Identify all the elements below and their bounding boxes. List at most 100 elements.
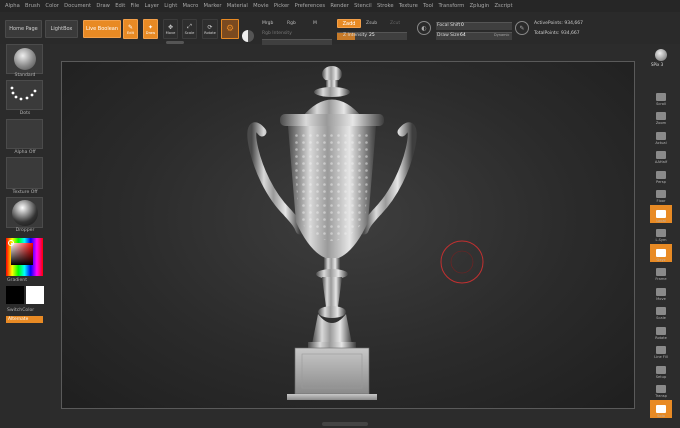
menu-item-stroke[interactable]: Stroke [377, 3, 394, 9]
bpr-button[interactable] [650, 44, 672, 62]
home-page-button[interactable]: Home Page [5, 20, 42, 38]
brush-button[interactable] [6, 44, 43, 74]
draw-label: Draw [145, 30, 156, 35]
menu-item-brush[interactable]: Brush [25, 3, 40, 9]
menu-item-transform[interactable]: Transform [438, 3, 464, 9]
menu-item-color[interactable]: Color [45, 3, 59, 9]
dots-stroke-icon [10, 86, 37, 101]
right-btn-setup[interactable]: Setup [650, 361, 672, 379]
draw-button[interactable]: ✦ Draw [143, 19, 158, 39]
active-points: ActivePoints: 934,667 [534, 21, 583, 26]
alpha-button[interactable] [6, 119, 43, 149]
menu-item-movie[interactable]: Movie [253, 3, 268, 9]
zoom-icon [656, 112, 666, 120]
live-boolean-button[interactable]: Live Boolean [83, 20, 121, 38]
mrgb-toggle[interactable]: Mrgb [262, 21, 273, 26]
menu-item-render[interactable]: Render [330, 3, 348, 9]
menu-item-preferences[interactable]: Preferences [295, 3, 326, 9]
focal-shift-slider[interactable]: Focal Shift 0 [436, 22, 512, 30]
right-btn-persp[interactable]: Persp [650, 166, 672, 184]
rgb-toggle[interactable]: Rgb [287, 21, 296, 26]
color-sphere-icon[interactable] [242, 30, 254, 42]
stroke-button[interactable] [6, 80, 43, 110]
menu-item-texture[interactable]: Texture [399, 3, 418, 9]
right-btn-scroll[interactable]: Scroll [650, 88, 672, 106]
menu-item-stencil[interactable]: Stencil [354, 3, 372, 9]
gear-icon: ⚙ [225, 24, 235, 34]
lazy-mouse-icon[interactable]: ✎ [515, 21, 529, 35]
right-btn-solo[interactable]: Solo [650, 399, 672, 418]
menu-item-tool[interactable]: Tool [423, 3, 433, 9]
secondary-color-swatch[interactable] [26, 286, 44, 304]
z-intensity-slider[interactable]: Z Intensity 25 [337, 32, 407, 40]
menu-item-zplugin[interactable]: Zplugin [470, 3, 490, 9]
lightbox-button[interactable]: LightBox [45, 20, 78, 38]
menu-item-picker[interactable]: Picker [274, 3, 289, 9]
menu-item-layer[interactable]: Layer [145, 3, 159, 9]
rgb-intensity-slider[interactable]: Rgb Intensity [262, 31, 292, 36]
menu-item-material[interactable]: Material [227, 3, 248, 9]
right-btn-scale[interactable]: Scale [650, 302, 672, 320]
finial [322, 66, 342, 82]
spix-slider[interactable]: SPix 3 [651, 62, 663, 67]
l-sym-icon [656, 229, 666, 237]
right-btn-local[interactable]: Local [650, 204, 672, 223]
draw-icon: ✦ [147, 23, 154, 31]
move-label: Move [165, 30, 176, 35]
right-btn-transp[interactable]: Transp [650, 380, 672, 398]
rgb-intensity-track[interactable] [262, 39, 332, 45]
zcut-toggle[interactable]: Zcut [390, 21, 400, 26]
move-button[interactable]: ✥ Move [163, 19, 178, 39]
right-btn-zoom[interactable]: Zoom [650, 107, 672, 125]
menu-item-light[interactable]: Light [164, 3, 177, 9]
right-btn-l-sym[interactable]: L.Sym [650, 224, 672, 242]
focal-icon[interactable]: ◐ [417, 21, 431, 35]
right-btn-gxyz[interactable]: Gxyz [650, 243, 672, 262]
viewport-canvas[interactable] [61, 61, 635, 409]
right-btn-label: Solo [657, 413, 665, 418]
standard-brush-icon [13, 48, 36, 70]
total-points: TotalPoints: 934,667 [534, 31, 580, 36]
material-button[interactable] [6, 197, 43, 228]
menu-item-edit[interactable]: Edit [115, 3, 125, 9]
scroll-icon [656, 92, 666, 101]
scale-icon [656, 307, 666, 315]
texture-button[interactable] [6, 157, 43, 189]
menu-item-zscript[interactable]: Zscript [495, 3, 513, 9]
color-square[interactable] [11, 243, 33, 265]
trophy-base [294, 347, 370, 395]
menu-item-document[interactable]: Document [64, 3, 91, 9]
menu-item-draw[interactable]: Draw [96, 3, 110, 9]
alternate-button[interactable]: Alternate [6, 316, 43, 323]
material-sphere-button[interactable]: ⚙ [221, 19, 239, 39]
bottom-collapse-handle[interactable] [322, 422, 368, 426]
m-toggle[interactable]: M [313, 21, 317, 26]
trophy-model [247, 66, 484, 400]
right-btn-frame[interactable]: Frame [650, 263, 672, 281]
primary-color-swatch[interactable] [6, 286, 24, 304]
right-btn-move[interactable]: Move [650, 283, 672, 301]
right-btn-floor[interactable]: Floor [650, 185, 672, 203]
color-picker[interactable] [6, 238, 43, 276]
toolbar-collapse-handle[interactable] [166, 41, 184, 44]
menu-item-alpha[interactable]: Alpha [5, 3, 20, 9]
right-btn-actual[interactable]: Actual [650, 127, 672, 145]
right-btn-label: Persp [656, 179, 666, 184]
scale-button[interactable]: ⤢ Scale [182, 19, 197, 39]
zsub-toggle[interactable]: Zsub [366, 21, 377, 26]
edit-icon: ✎ [127, 23, 134, 31]
material-label: Dropper [15, 228, 35, 233]
menu-item-macro[interactable]: Macro [183, 3, 199, 9]
right-btn-rotate[interactable]: Rotate [650, 322, 672, 340]
rotate-button[interactable]: ⟳ Rotate [202, 19, 218, 39]
dynamic-toggle[interactable]: Dynamic [494, 33, 509, 37]
zadd-toggle[interactable]: Zadd [337, 19, 361, 28]
render-icon [655, 49, 667, 61]
switch-color-label[interactable]: SwitchColor [7, 308, 57, 313]
menu-item-marker[interactable]: Marker [204, 3, 222, 9]
menu-item-file[interactable]: File [131, 3, 140, 9]
edit-button[interactable]: ✎ Edit [123, 19, 138, 39]
draw-size-slider[interactable]: Draw Size 64 Dynamic [436, 32, 512, 40]
right-btn-aahalf[interactable]: AAHalf [650, 146, 672, 164]
right-btn-line-fill[interactable]: Line Fill [650, 341, 672, 359]
